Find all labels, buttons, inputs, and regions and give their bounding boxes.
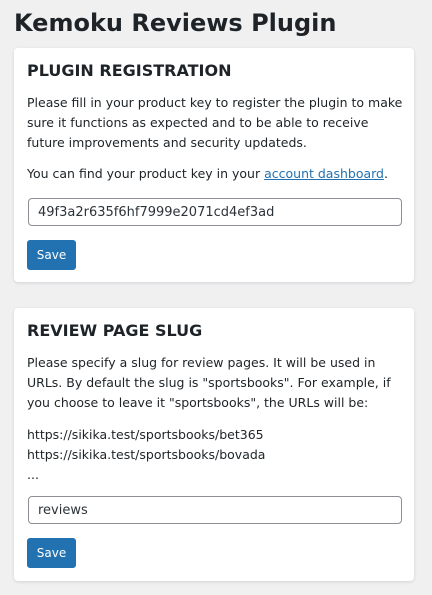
product-key-hint-prefix: You can find your product key in your bbox=[27, 166, 265, 181]
registration-description: Please fill in your product key to regis… bbox=[27, 95, 403, 150]
page-title: Kemoku Reviews Plugin bbox=[14, 9, 337, 37]
slug-input[interactable] bbox=[28, 496, 402, 524]
example-url-list: https://sikika.test/sportsbooks/bet365 h… bbox=[27, 425, 407, 485]
example-url-item: https://sikika.test/sportsbooks/bet365 bbox=[27, 427, 264, 442]
plugin-registration-heading: PLUGIN REGISTRATION bbox=[27, 61, 232, 80]
product-key-hint: You can find your product key in your ac… bbox=[27, 164, 407, 184]
plugin-registration-panel: PLUGIN REGISTRATION Please fill in your … bbox=[14, 48, 414, 282]
review-page-slug-heading: REVIEW PAGE SLUG bbox=[27, 321, 203, 340]
example-url-ellipsis: ... bbox=[27, 467, 39, 482]
review-page-slug-panel: REVIEW PAGE SLUG Please specify a slug f… bbox=[14, 308, 414, 581]
account-dashboard-link[interactable]: account dashboard bbox=[264, 166, 384, 181]
slug-save-button[interactable]: Save bbox=[27, 538, 76, 568]
product-key-hint-suffix: . bbox=[384, 166, 388, 181]
slug-description: Please specify a slug for review pages. … bbox=[27, 355, 391, 410]
registration-save-button[interactable]: Save bbox=[27, 240, 76, 270]
example-url-item: https://sikika.test/sportsbooks/bovada bbox=[27, 447, 266, 462]
product-key-input[interactable] bbox=[28, 198, 402, 226]
